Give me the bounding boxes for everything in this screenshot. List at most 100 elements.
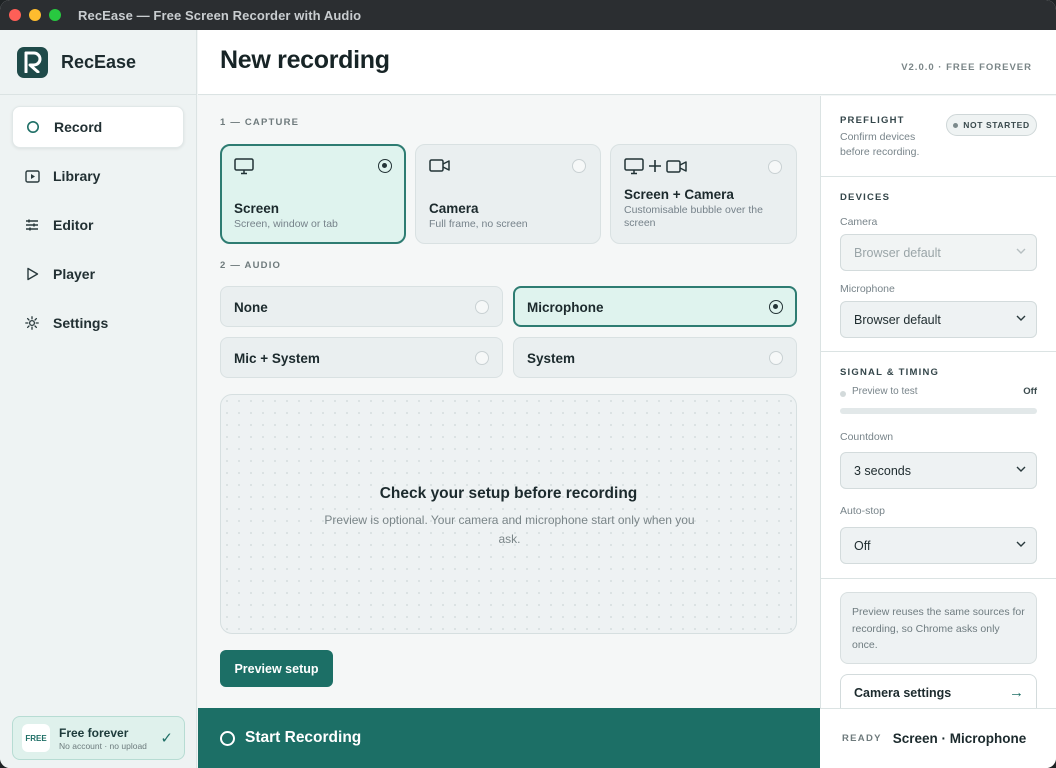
free-badge: FREE xyxy=(22,724,50,752)
page-header: New recording V2.0.0 · FREE FOREVER xyxy=(198,30,1056,95)
monitor-icon xyxy=(234,158,254,180)
microphone-select-value: Browser default xyxy=(854,312,941,327)
chevron-down-icon xyxy=(1016,541,1026,547)
minimize-window-button[interactable] xyxy=(29,9,41,21)
sidebar-item-editor[interactable]: Editor xyxy=(12,204,184,246)
signal-meter xyxy=(840,408,1037,414)
sidebar-nav: Record Library Editor Player Settings xyxy=(0,95,196,362)
capture-option-subtitle: Customisable bubble over the screen xyxy=(624,204,763,229)
status-value: Screen · Microphone xyxy=(892,731,1027,746)
app-window: RecEase — Free Screen Recorder with Audi… xyxy=(0,0,1056,768)
sidebar-item-label: Library xyxy=(53,168,101,184)
gear-icon xyxy=(24,315,40,331)
capture-option-title: Screen xyxy=(234,201,280,216)
autostop-label: Auto-stop xyxy=(840,505,885,517)
arrow-right-icon: → xyxy=(1009,684,1024,701)
sliders-icon xyxy=(24,217,40,233)
audio-radio-none[interactable] xyxy=(475,300,489,314)
signal-dot-icon xyxy=(840,391,846,397)
capture-radio-screen[interactable] xyxy=(378,159,392,173)
sidebar-item-label: Settings xyxy=(53,315,109,331)
preflight-section: PREFLIGHT Confirm devices before recordi… xyxy=(821,96,1056,177)
plan-subtitle: No account · no upload xyxy=(59,740,147,751)
capture-option-camera[interactable]: Camera Full frame, no screen xyxy=(415,144,601,244)
play-square-icon xyxy=(24,168,40,184)
sidebar-item-settings[interactable]: Settings xyxy=(12,302,184,344)
capture-option-title: Screen + Camera xyxy=(624,187,734,202)
preview-setup-button[interactable]: Preview setup xyxy=(220,650,333,687)
right-panel: PREFLIGHT Confirm devices before recordi… xyxy=(820,96,1056,711)
devices-section: DEVICES Camera Browser default Microphon… xyxy=(821,177,1056,352)
camera-label: Camera xyxy=(840,216,878,228)
check-icon: ✓ xyxy=(160,730,173,747)
start-recording-button[interactable]: Start Recording xyxy=(198,708,820,768)
main-content: 1 — CAPTURE Screen Screen, window or tab… xyxy=(198,96,820,708)
capture-option-screen[interactable]: Screen Screen, window or tab xyxy=(220,144,406,244)
window-controls xyxy=(9,9,61,21)
version-label: V2.0.0 · FREE FOREVER xyxy=(901,62,1032,73)
audio-option-label: None xyxy=(234,300,268,315)
page-title: New recording xyxy=(220,46,390,74)
audio-option-none[interactable]: None xyxy=(220,286,503,327)
microphone-select[interactable]: Browser default xyxy=(840,301,1037,338)
capture-radio-screen-camera[interactable] xyxy=(768,160,782,174)
camera-select[interactable]: Browser default xyxy=(840,234,1037,271)
audio-option-mic-system[interactable]: Mic + System xyxy=(220,337,503,378)
sidebar-item-label: Record xyxy=(54,119,103,135)
zoom-window-button[interactable] xyxy=(49,9,61,21)
camera-settings-button[interactable]: Camera settings → xyxy=(840,674,1037,711)
sidebar-item-player[interactable]: Player xyxy=(12,253,184,295)
preview-subtitle: Preview is optional. Your camera and mic… xyxy=(324,513,695,546)
monitor-plus-camera-icon xyxy=(624,158,688,181)
countdown-label: Countdown xyxy=(840,431,894,443)
preflight-heading: PREFLIGHT xyxy=(840,115,905,126)
title-bar: RecEase — Free Screen Recorder with Audi… xyxy=(0,0,1056,30)
sidebar-item-record[interactable]: Record xyxy=(12,106,184,148)
capture-radio-camera[interactable] xyxy=(572,159,586,173)
camera-settings-label: Camera settings xyxy=(854,686,952,700)
chevron-down-icon xyxy=(1016,248,1026,254)
brand-name: RecEase xyxy=(61,51,137,72)
capture-option-title: Camera xyxy=(429,201,479,216)
capture-option-subtitle: Screen, window or tab xyxy=(234,218,338,230)
camera-select-value: Browser default xyxy=(854,245,941,260)
audio-radio-system[interactable] xyxy=(769,351,783,365)
countdown-select[interactable]: 3 seconds xyxy=(840,452,1037,489)
devices-heading: DEVICES xyxy=(840,192,891,203)
microphone-label: Microphone xyxy=(840,283,895,295)
status-bar: READY Screen · Microphone xyxy=(820,708,1056,768)
chevron-down-icon xyxy=(1016,315,1026,321)
brand: RecEase xyxy=(0,30,196,95)
audio-radio-microphone[interactable] xyxy=(769,300,783,314)
audio-option-microphone[interactable]: Microphone xyxy=(513,286,797,327)
app-logo-icon xyxy=(17,46,48,78)
preflight-text: Confirm devices before recording. xyxy=(840,131,920,158)
audio-option-system[interactable]: System xyxy=(513,337,797,378)
capture-option-subtitle: Full frame, no screen xyxy=(429,218,528,230)
circle-icon xyxy=(25,119,41,135)
autostop-select[interactable]: Off xyxy=(840,527,1037,564)
audio-option-label: System xyxy=(527,351,576,366)
autostop-select-value: Off xyxy=(854,538,871,553)
preview-to-test-label: Preview to test xyxy=(852,386,918,397)
sidebar-item-library[interactable]: Library xyxy=(12,155,184,197)
preview-title: Check your setup before recording xyxy=(379,485,638,502)
status-dot-icon xyxy=(953,122,959,128)
signal-timing-section: SIGNAL & TIMING Preview to test Off Coun… xyxy=(821,352,1056,579)
sidebar: RecEase Record Library Editor Player Set… xyxy=(0,30,197,768)
record-circle-icon xyxy=(220,730,235,746)
audio-radio-mic-system[interactable] xyxy=(475,351,489,365)
plan-title: Free forever xyxy=(59,725,129,740)
capture-section-label: 1 — CAPTURE xyxy=(220,117,300,128)
video-camera-icon xyxy=(429,159,450,177)
signal-heading: SIGNAL & TIMING xyxy=(840,367,940,378)
start-recording-label: Start Recording xyxy=(245,729,362,746)
status-badge-label: NOT STARTED xyxy=(963,120,1030,130)
countdown-select-value: 3 seconds xyxy=(854,463,911,478)
chevron-down-icon xyxy=(1016,466,1026,472)
sidebar-item-label: Editor xyxy=(53,217,94,233)
plan-card: FREE Free forever No account · no upload… xyxy=(12,716,185,760)
capture-option-screen-camera[interactable]: Screen + Camera Customisable bubble over… xyxy=(610,144,797,244)
close-window-button[interactable] xyxy=(9,9,21,21)
audio-option-label: Mic + System xyxy=(234,351,320,366)
